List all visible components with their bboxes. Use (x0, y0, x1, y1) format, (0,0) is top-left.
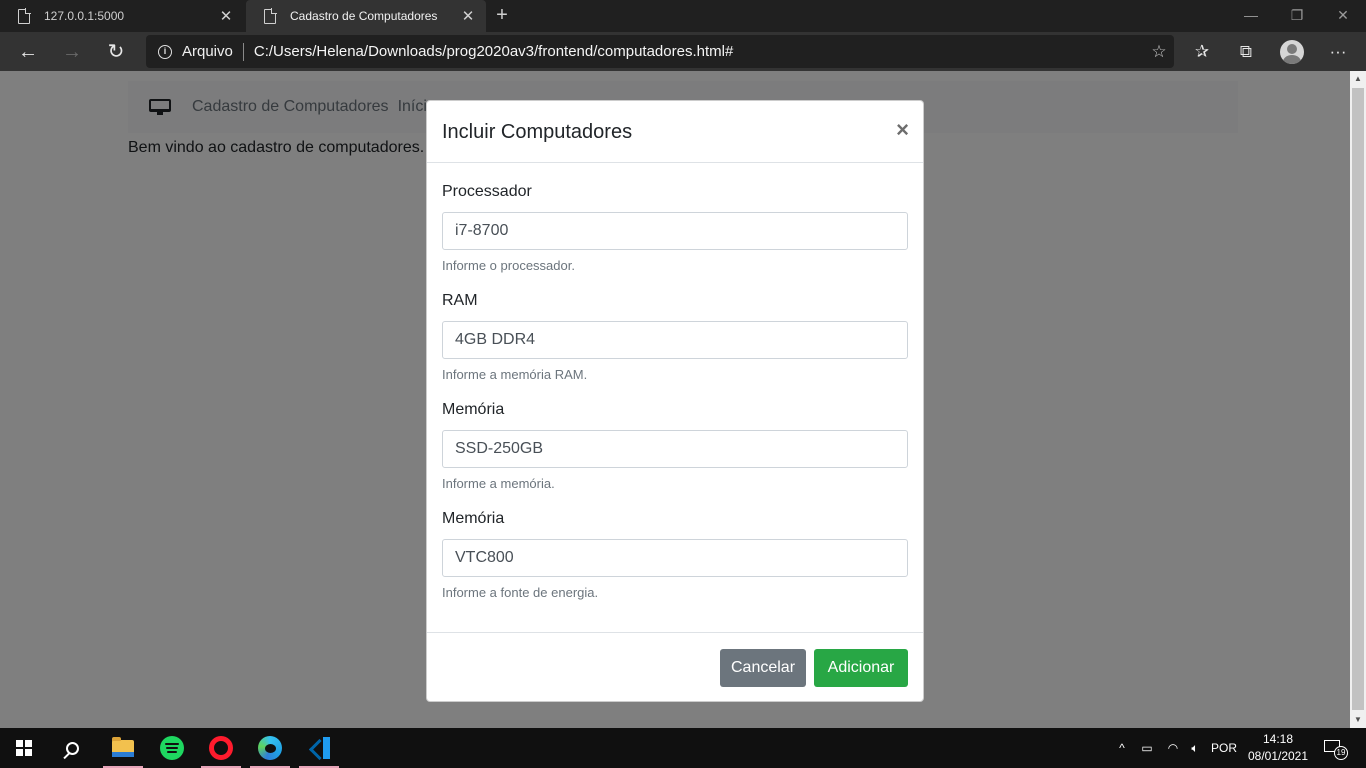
taskbar-file-explorer[interactable] (99, 728, 147, 768)
new-tab-icon[interactable]: + (490, 4, 514, 28)
language-indicator[interactable]: POR (1208, 728, 1240, 768)
windows-logo-icon (16, 740, 32, 756)
profile-avatar-icon[interactable] (1280, 40, 1304, 64)
info-icon[interactable]: i (158, 44, 172, 59)
field-help-text: Informe a memória. (442, 476, 555, 491)
windows-taskbar: ^ ▭ ◠ 🔈︎ POR 14:18 08/01/2021 19 (0, 728, 1366, 768)
include-computer-modal: Incluir Computadores × Processador i7-87… (426, 100, 924, 702)
back-arrow-icon[interactable]: ← (10, 34, 46, 70)
processor-input[interactable]: i7-8700 (442, 212, 908, 250)
spotify-icon (160, 736, 184, 760)
page-icon (18, 7, 31, 24)
field-help-text: Informe o processador. (442, 258, 575, 273)
modal-title: Incluir Computadores (442, 121, 633, 143)
minimize-icon[interactable]: — (1228, 0, 1274, 32)
page-viewport: Cadastro de Computadores Iníci Bem vindo… (0, 71, 1350, 728)
notification-count: 19 (1334, 746, 1348, 760)
form-group-processador: Processador i7-8700 Informe o processado… (442, 183, 908, 292)
volume-icon[interactable]: 🔈︎ (1184, 728, 1206, 768)
field-help-text: Informe a fonte de energia. (442, 585, 599, 600)
page-scrollbar[interactable]: ▲ ▼ (1350, 71, 1366, 728)
favorite-star-icon[interactable]: ☆ (1144, 42, 1174, 62)
taskbar-vscode[interactable] (295, 728, 343, 768)
power-supply-input[interactable]: VTC800 (442, 539, 908, 577)
taskbar-spotify[interactable] (148, 728, 196, 768)
collections-icon[interactable]: ⧉ (1230, 36, 1262, 68)
more-menu-icon[interactable]: ··· (1322, 36, 1354, 68)
page-icon (264, 7, 277, 24)
field-label: Memória (442, 510, 505, 527)
browser-tab[interactable]: 127.0.0.1:5000 ✕ (0, 0, 244, 32)
memory-input[interactable]: SSD-250GB (442, 430, 908, 468)
notification-center-icon[interactable]: 19 (1322, 738, 1348, 760)
search-button[interactable] (48, 728, 96, 768)
security-label: Arquivo (182, 43, 233, 60)
browser-toolbar: ← → ↻ i Arquivo C:/Users/Helena/Download… (0, 32, 1366, 71)
form-group-memoria: Memória SSD-250GB Informe a memória. (442, 401, 908, 510)
favorites-list-icon[interactable]: ✰ (1186, 36, 1218, 68)
field-label: RAM (442, 292, 478, 309)
taskbar-opera[interactable] (197, 728, 245, 768)
ram-input[interactable]: 4GB DDR4 (442, 321, 908, 359)
taskbar-edge[interactable] (246, 728, 294, 768)
scroll-down-icon[interactable]: ▼ (1350, 712, 1366, 728)
field-label: Memória (442, 401, 505, 418)
taskbar-clock[interactable]: 14:18 08/01/2021 (1240, 731, 1316, 765)
opera-icon (209, 736, 233, 760)
form-group-fonte: Memória VTC800 Informe a fonte de energi… (442, 510, 908, 619)
refresh-icon[interactable]: ↻ (98, 34, 134, 70)
url-text[interactable]: C:/Users/Helena/Downloads/prog2020av3/fr… (254, 43, 1144, 60)
modal-header: Incluir Computadores × (427, 101, 923, 163)
restore-icon[interactable]: ❐ (1274, 0, 1320, 32)
browser-tab-strip: 127.0.0.1:5000 ✕ Cadastro de Computadore… (0, 0, 1366, 32)
folder-icon (112, 736, 134, 757)
field-help-text: Informe a memória RAM. (442, 367, 588, 382)
form-group-ram: RAM 4GB DDR4 Informe a memória RAM. (442, 292, 908, 401)
browser-tab-active[interactable]: Cadastro de Computadores ✕ (246, 0, 486, 32)
chevron-up-icon[interactable]: ^ (1112, 728, 1132, 768)
edge-icon (258, 736, 282, 760)
field-label: Processador (442, 183, 532, 200)
start-button[interactable] (0, 728, 48, 768)
clock-time: 14:18 (1262, 732, 1294, 746)
modal-body: Processador i7-8700 Informe o processado… (427, 163, 923, 619)
add-button[interactable]: Adicionar (814, 649, 908, 687)
window-close-icon[interactable]: ✕ (1320, 0, 1366, 32)
close-icon[interactable]: × (896, 118, 909, 142)
tab-title: Cadastro de Computadores (290, 9, 438, 23)
address-divider (242, 42, 244, 61)
scrollbar-thumb[interactable] (1352, 88, 1364, 710)
cancel-button[interactable]: Cancelar (720, 649, 806, 687)
search-icon (65, 741, 79, 755)
tab-close-icon[interactable]: ✕ (214, 7, 238, 25)
tab-close-icon[interactable]: ✕ (456, 7, 480, 25)
modal-footer: Cancelar Adicionar (427, 632, 923, 702)
tab-title: 127.0.0.1:5000 (44, 9, 125, 23)
scroll-up-icon[interactable]: ▲ (1350, 71, 1366, 87)
wifi-icon[interactable]: ◠ (1162, 728, 1184, 768)
forward-arrow-icon[interactable]: → (54, 34, 90, 70)
vscode-icon (308, 737, 330, 759)
battery-icon[interactable]: ▭ (1136, 728, 1158, 768)
clock-date: 08/01/2021 (1247, 749, 1309, 763)
address-bar[interactable]: i Arquivo C:/Users/Helena/Downloads/prog… (146, 35, 1174, 68)
